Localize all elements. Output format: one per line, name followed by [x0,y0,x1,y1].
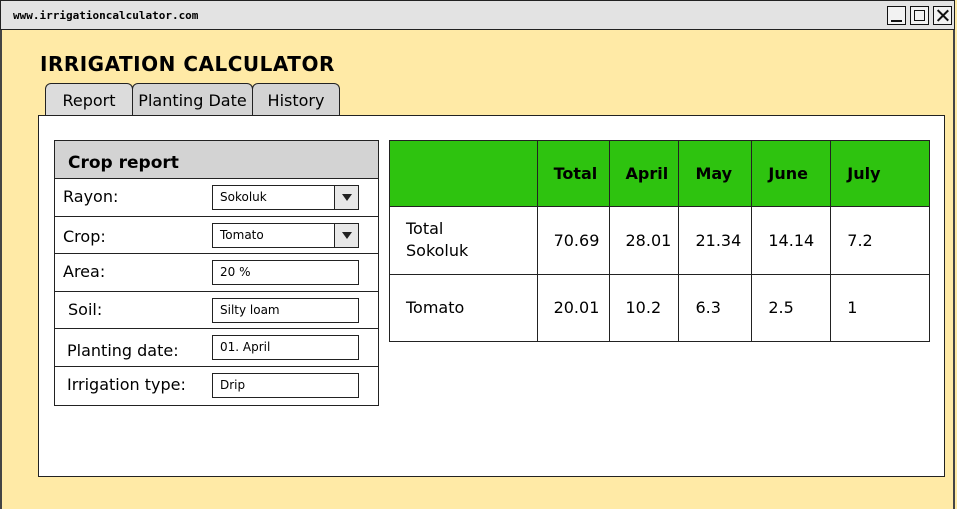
table-header-row: Total April May June July [389,140,930,207]
table-cell: 6.3 [678,273,753,342]
table-cell: 14.14 [751,206,832,275]
app-title: IRRIGATION CALCULATOR [40,52,335,76]
table-header-cell [389,140,538,207]
table-row: Tomato 20.01 10.2 6.3 2.5 1 [389,273,930,342]
table-header-cell: Total [536,140,610,207]
tab-history[interactable]: History [252,83,340,116]
window-border-right [953,30,955,509]
browser-title-bar: www.irrigationcalculator.com [0,0,955,30]
table-cell: 21.34 [678,206,753,275]
irrigation-type-label: Irrigation type: [67,374,186,394]
chevron-down-icon[interactable] [334,223,358,247]
table-row: Total Sokoluk 70.69 28.01 21.34 14.14 7.… [389,206,930,275]
soil-row: Soil: Silty loam [55,292,378,329]
chevron-down-icon[interactable] [334,186,358,209]
rayon-row: Rayon: Sokoluk [55,179,378,217]
table-cell: 2.5 [751,273,832,342]
crop-row: Crop: Tomato [55,217,378,254]
minimize-icon[interactable] [887,6,906,25]
row-name-cell: Tomato [389,273,538,342]
table-header-cell: June [751,140,832,207]
area-row: Area: 20 % [55,254,378,292]
table-cell: 70.69 [536,206,610,275]
planting-date-row: Planting date: 01. April [55,329,378,367]
maximize-icon[interactable] [910,6,929,25]
table-cell: 10.2 [608,273,680,342]
crop-label: Crop: [63,226,106,246]
rayon-select[interactable]: Sokoluk [212,185,359,210]
crop-report-form: Crop report Rayon: Sokoluk Crop: Tomato … [54,140,379,406]
url-text: www.irrigationcalculator.com [13,9,199,22]
planting-date-label: Planting date: [67,341,179,360]
soil-label: Soil: [68,299,103,319]
irrigation-type-field[interactable]: Drip [212,372,359,398]
irrigation-type-row: Irrigation type: Drip [55,367,378,405]
table-cell: 28.01 [608,206,680,275]
rayon-select-value: Sokoluk [220,190,267,204]
crop-select-value: Tomato [220,227,264,242]
soil-field[interactable]: Silty loam [212,297,359,323]
planting-date-field[interactable]: 01. April [212,335,359,360]
crop-report-title: Crop report [55,141,378,179]
close-icon[interactable] [933,6,952,25]
table-cell: 7.2 [830,206,930,275]
table-cell: 1 [830,273,930,342]
row-name-cell: Total Sokoluk [389,206,538,275]
tab-report[interactable]: Report [45,83,133,116]
table-header-cell: April [608,140,680,207]
tab-planting-date[interactable]: Planting Date [132,83,253,116]
table-cell: 20.01 [536,273,610,342]
window-border-left [0,30,2,509]
table-header-cell: July [830,140,930,207]
area-label: Area: [63,262,106,281]
table-header-cell: May [678,140,753,207]
crop-select[interactable]: Tomato [212,222,359,248]
irrigation-report-table: Total April May June July Total Sokoluk … [389,140,930,342]
area-field[interactable]: 20 % [212,260,359,285]
rayon-label: Rayon: [63,187,119,206]
